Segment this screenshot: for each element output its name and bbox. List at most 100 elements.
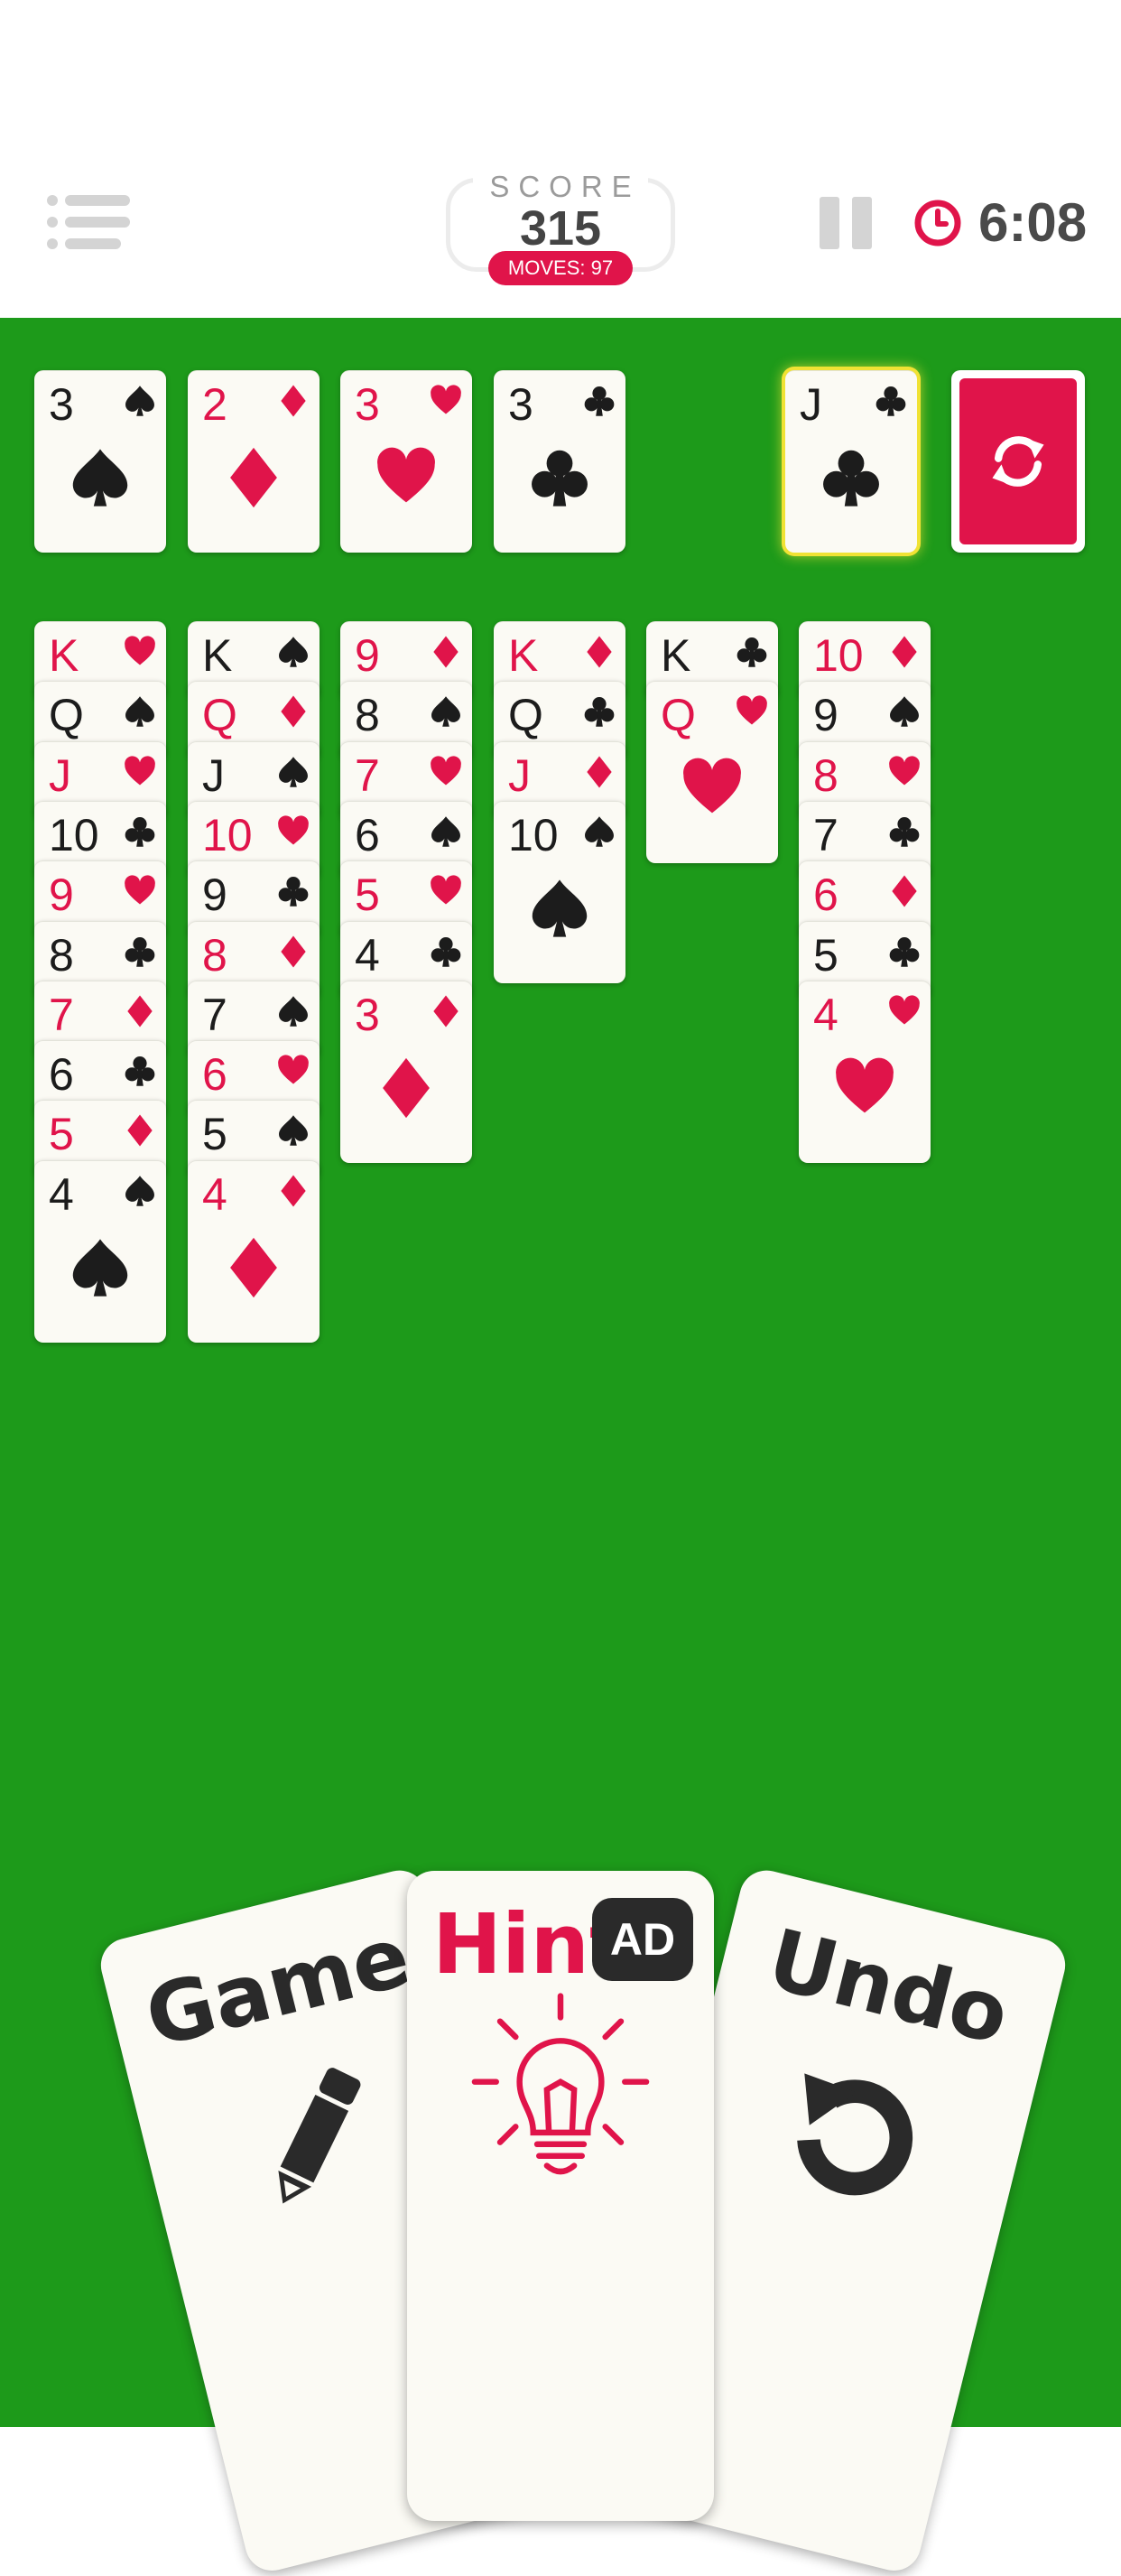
card-rank: 8: [813, 749, 838, 801]
diamond-icon: [587, 756, 612, 788]
card-rank: 10: [202, 809, 253, 860]
hint-button[interactable]: Hint AD: [407, 1871, 714, 2521]
spade-icon: [279, 996, 308, 1027]
diamond-icon: [281, 935, 306, 967]
card-rank: 10: [813, 630, 864, 681]
spade-icon: [585, 816, 614, 847]
diamond-icon: [433, 636, 459, 668]
heart-icon: [431, 385, 461, 414]
card-rank: 4: [355, 929, 380, 981]
heart-icon: [278, 815, 309, 845]
foundation-card[interactable]: 3: [340, 370, 472, 553]
heart-icon: [683, 758, 741, 814]
card-rank: 5: [813, 929, 838, 981]
card-rank: 9: [355, 630, 380, 681]
diamond-icon: [383, 1057, 430, 1118]
spade-icon: [431, 816, 460, 847]
card-rank: 5: [355, 870, 380, 921]
waste-card[interactable]: J: [785, 370, 917, 553]
diamond-icon: [281, 385, 306, 417]
spade-icon: [279, 756, 308, 787]
card-rank: 3: [49, 379, 74, 430]
tableau-card[interactable]: Q: [646, 681, 778, 864]
undo-icon: [797, 2073, 913, 2196]
diamond-icon: [433, 995, 459, 1028]
card-rank: 9: [49, 870, 74, 921]
tableau-card[interactable]: 4: [34, 1159, 166, 1343]
foundation-card[interactable]: 2: [188, 370, 320, 553]
refresh-icon: [992, 436, 1044, 487]
spade-icon: [279, 637, 308, 667]
card-rank: Q: [508, 690, 543, 741]
club-icon: [737, 637, 767, 667]
card-rank: J: [508, 749, 531, 801]
card-rank: Q: [202, 690, 237, 741]
tableau-card[interactable]: 4: [188, 1159, 320, 1343]
pause-icon[interactable]: [820, 197, 872, 249]
card-rank: 9: [813, 690, 838, 741]
diamond-icon: [892, 875, 917, 907]
heart-icon: [125, 636, 155, 665]
card-rank: 8: [355, 690, 380, 741]
diamond-icon: [127, 995, 153, 1028]
club-icon: [889, 816, 920, 847]
card-rank: Q: [661, 690, 696, 741]
card-rank: 3: [355, 379, 380, 430]
card-rank: J: [800, 379, 822, 430]
card-rank: 2: [202, 379, 227, 430]
timer: 6:08: [978, 192, 1088, 253]
card-rank: 6: [49, 1049, 74, 1101]
club-icon: [278, 877, 309, 907]
club-icon: [584, 386, 615, 416]
card-rank: K: [661, 630, 691, 681]
spade-icon: [125, 696, 154, 728]
card-rank: 4: [202, 1168, 227, 1220]
diamond-icon: [127, 1114, 153, 1147]
stock-pile[interactable]: [951, 370, 1085, 553]
card-rank: 10: [508, 809, 559, 860]
card-rank: K: [508, 630, 539, 681]
heart-icon: [278, 1055, 309, 1084]
diamond-icon: [892, 636, 917, 668]
ad-badge: AD: [592, 1898, 693, 1981]
clock-icon: [914, 200, 961, 246]
foundation-card[interactable]: 3: [34, 370, 166, 553]
diamond-icon: [281, 695, 306, 728]
card-rank: 4: [49, 1168, 74, 1220]
card-rank: 5: [49, 1109, 74, 1160]
heart-icon: [737, 695, 767, 725]
spade-icon: [125, 1175, 154, 1206]
diamond-icon: [281, 1175, 306, 1207]
card-rank: K: [202, 630, 233, 681]
card-rank: 8: [49, 929, 74, 981]
moves-counter: MOVES: 97: [488, 251, 633, 285]
menu-icon[interactable]: [47, 195, 130, 249]
pencil-icon: [278, 2068, 361, 2204]
card-rank: 7: [813, 809, 838, 860]
club-icon: [532, 450, 588, 507]
spade-icon: [279, 1115, 308, 1147]
tableau-card[interactable]: 10: [494, 800, 625, 983]
club-icon: [431, 936, 461, 967]
club-icon: [584, 697, 615, 728]
card-rank: 3: [355, 989, 380, 1040]
foundation-card[interactable]: 3: [494, 370, 625, 553]
heart-icon: [431, 875, 461, 905]
tableau-card[interactable]: 3: [340, 980, 472, 1163]
score-value: 315: [519, 201, 602, 256]
heart-icon: [377, 447, 435, 503]
spade-icon: [890, 696, 919, 728]
card-rank: 7: [202, 989, 227, 1040]
score-label: SCORE: [473, 170, 648, 203]
diamond-icon: [230, 447, 277, 508]
card-rank: 8: [202, 929, 227, 981]
card-rank: 6: [813, 870, 838, 921]
club-icon: [125, 816, 155, 847]
diamond-icon: [587, 636, 612, 668]
card-rank: 6: [202, 1049, 227, 1101]
tableau-card[interactable]: 4: [799, 980, 931, 1163]
heart-icon: [431, 755, 461, 786]
spade-icon: [72, 449, 128, 507]
card-rank: 3: [508, 379, 533, 430]
club-icon: [875, 386, 906, 416]
